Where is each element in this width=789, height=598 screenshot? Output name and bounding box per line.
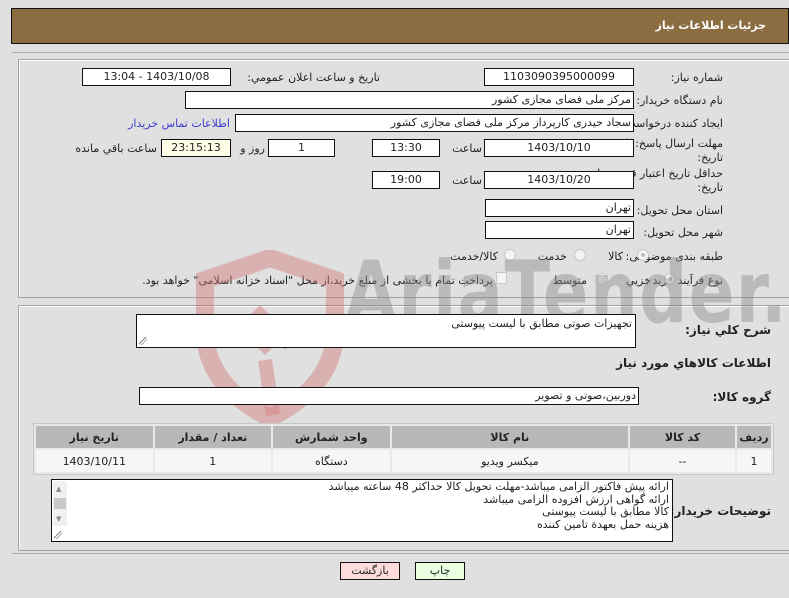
cell-unit: دستگاه: [273, 450, 390, 472]
remaining-time-label: ساعت باقي مانده: [75, 142, 157, 155]
print-button[interactable]: چاپ: [415, 562, 465, 580]
col-goods-name: نام کالا: [391, 426, 629, 448]
table-row: 1 -- میکسر ویدیو دستگاه 1 1403/10/11: [36, 450, 771, 472]
resize-grip-icon[interactable]: [54, 531, 62, 539]
col-unit: واحد شمارش: [273, 426, 390, 448]
price-validity-label-2: تاریخ:: [697, 181, 723, 194]
buyer-contact-link[interactable]: اطلاعات تماس خریدار: [128, 117, 230, 130]
category-service-label: خدمت: [537, 250, 567, 263]
treasury-payment-label: پرداخت تمام یا بخشی از مبلغ خرید،از محل …: [142, 274, 493, 287]
category-service-radio[interactable]: [574, 249, 586, 261]
need-number-field: 1103090395000099: [484, 68, 634, 86]
goods-section-title: اطلاعات کالاهاي مورد نیاز: [616, 356, 771, 370]
scroll-thumb[interactable]: [54, 498, 66, 509]
buyer-note-line: ارائه پیش فاکتور الزامی میباشد-مهلت تحوی…: [328, 480, 669, 493]
city-label: شهر محل تحویل:: [643, 226, 723, 239]
table-header-row: ردیف کد کالا نام کالا واحد شمارش تعداد /…: [36, 426, 771, 448]
reply-deadline-label-2: تاریخ:: [697, 151, 723, 164]
announce-date-label: تاریخ و ساعت اعلان عمومي:: [247, 71, 380, 84]
col-row-number: ردیف: [736, 426, 771, 448]
price-validity-time-field: 19:00: [372, 171, 440, 189]
description-text: تجهیزات صوتی مطابق با لیست پیوستی: [451, 317, 632, 330]
cell-need-date: 1403/10/11: [36, 450, 153, 472]
notes-scrollbar[interactable]: ▲ ▼: [53, 481, 67, 526]
buyer-org-label: نام دستگاه خریدار:: [636, 94, 723, 107]
process-medium-radio[interactable]: [596, 273, 608, 285]
col-goods-code: کد کالا: [630, 426, 735, 448]
divider: [12, 52, 789, 53]
buyer-note-line: کالا مطابق با لیست پیوستی: [542, 505, 669, 518]
reply-deadline-label: مهلت ارسال پاسخ: تا: [625, 137, 723, 150]
need-number-label: شماره نیاز:: [670, 71, 723, 84]
buyer-notes-label: توضیحات خریدار:: [669, 504, 771, 518]
province-field: تهران: [485, 199, 634, 217]
back-button[interactable]: بازگشت: [340, 562, 400, 580]
reply-deadline-time-field: 13:30: [372, 139, 440, 157]
category-goods-service-label: کالا/خدمت: [450, 250, 498, 263]
process-minor-label: جزیي: [625, 274, 651, 287]
reply-deadline-date-field: 1403/10/10: [484, 139, 634, 157]
process-minor-radio[interactable]: [664, 273, 676, 285]
cell-goods-name: میکسر ویدیو: [391, 450, 629, 472]
goods-group-field: دوربین،صوتی و تصویر: [139, 387, 639, 405]
category-goods-label: کالا: [608, 250, 623, 263]
cell-row-number: 1: [736, 450, 771, 472]
cell-quantity: 1: [154, 450, 272, 472]
page-header: جزئیات اطلاعات نیاز: [11, 8, 789, 44]
province-label: استان محل تحویل:: [636, 204, 723, 217]
requester-field: سجاد حیدری کارپرداز مرکز ملی فضای مجازی …: [235, 114, 634, 132]
days-label: روز و: [240, 142, 265, 155]
buyer-notes-textarea[interactable]: ارائه پیش فاکتور الزامی میباشد-مهلت تحوی…: [51, 479, 673, 542]
col-need-date: تاریخ نیاز: [36, 426, 153, 448]
description-label: شرح کلي نیاز:: [685, 323, 771, 337]
buyer-org-field: مرکز ملی فضای مجازی کشور: [185, 91, 634, 109]
process-medium-label: متوسط: [552, 274, 587, 287]
category-goods-service-radio[interactable]: [504, 249, 516, 261]
requester-label: ایجاد کننده درخواست:: [621, 117, 723, 130]
scroll-up-icon[interactable]: ▲: [56, 483, 61, 496]
goods-group-label: گروه کالا:: [712, 390, 771, 404]
cell-goods-code: --: [630, 450, 735, 472]
price-time-label: ساعت: [452, 174, 482, 187]
remaining-time-field: 23:15:13: [161, 139, 231, 157]
divider: [12, 553, 789, 554]
description-textarea[interactable]: تجهیزات صوتی مطابق با لیست پیوستی: [136, 314, 636, 348]
remaining-days-field: 1: [268, 139, 335, 157]
scroll-down-icon[interactable]: ▼: [56, 513, 61, 526]
reply-time-label: ساعت: [452, 142, 482, 155]
city-field: تهران: [485, 221, 634, 239]
page-title: جزئیات اطلاعات نیاز: [655, 19, 767, 32]
treasury-payment-checkbox[interactable]: [496, 272, 507, 284]
goods-table: ردیف کد کالا نام کالا واحد شمارش تعداد /…: [33, 423, 774, 475]
buyer-note-line: هزینه حمل بعهدة تامین کننده: [536, 517, 669, 531]
process-type-label: نوع فرآیند خرید :: [645, 274, 723, 287]
col-quantity: تعداد / مقدار: [154, 426, 272, 448]
announce-date-field: 1403/10/08 - 13:04: [82, 68, 231, 86]
category-goods-radio[interactable]: [637, 249, 649, 261]
price-validity-date-field: 1403/10/20: [484, 171, 634, 189]
resize-grip-icon[interactable]: [139, 337, 147, 345]
